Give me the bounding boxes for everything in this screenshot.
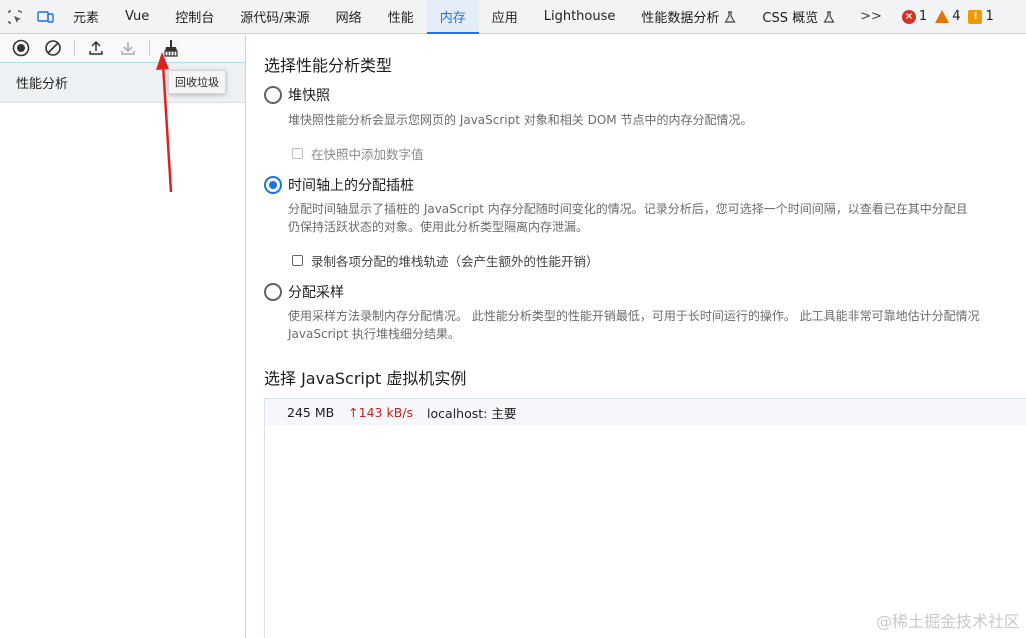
vm-instance-row[interactable]: 245 MB ↑143 kB/s localhost: 主要 [265, 399, 1026, 425]
warning-count-text: 4 [952, 9, 961, 24]
stack-traces-box[interactable] [292, 255, 303, 266]
annotation-arrow-icon [156, 52, 173, 193]
option-allocation-sampling[interactable]: 分配采样 [264, 282, 344, 302]
tab-label: 网络 [335, 11, 362, 26]
tab-label: 元素 [73, 11, 100, 26]
record-icon [12, 39, 30, 57]
info-icon: ! [968, 9, 983, 24]
numeric-values-box [292, 148, 303, 159]
vm-target-name: localhost: 主要 [427, 405, 517, 421]
device-toolbar-icon[interactable] [30, 0, 60, 33]
tab-label: Vue [125, 9, 150, 24]
tab-label: 性能数据分析 [641, 11, 720, 26]
tab-8[interactable]: Lighthouse [531, 0, 629, 33]
numeric-values-label: 在快照中添加数字值 [311, 147, 424, 162]
more-tabs-button[interactable]: >> [848, 0, 894, 33]
profiles-sidebar: 性能分析 [0, 34, 246, 638]
error-icon: × [901, 9, 916, 24]
tab-6[interactable]: 内存 [426, 0, 479, 34]
tab-label: 源代码/来源 [240, 11, 310, 26]
experiment-flask-icon [724, 10, 736, 23]
allocation-sampling-label: 分配采样 [288, 285, 344, 301]
tab-3[interactable]: 源代码/来源 [227, 0, 322, 33]
tab-label: CSS 概览 [762, 11, 819, 26]
info-count[interactable]: ! 1 [968, 0, 994, 33]
tab-1[interactable]: Vue [112, 0, 162, 33]
tab-10[interactable]: CSS 概览 [749, 0, 848, 33]
warning-icon [935, 10, 950, 23]
heap-snapshot-label: 堆快照 [288, 88, 330, 104]
clear-icon [45, 40, 61, 56]
watermark: @稀土掘金技术社区 [875, 612, 1020, 631]
warning-count[interactable]: 4 [935, 0, 960, 33]
allocation-sampling-radio[interactable] [264, 283, 282, 301]
tab-0[interactable]: 元素 [60, 0, 112, 33]
profile-launcher: 选择性能分析类型 堆快照 堆快照性能分析会显示您网页的 JavaScript 对… [247, 34, 1026, 638]
allocation-timeline-desc-2: 仍保持活跃状态的对象。使用此分析类型隔离内存泄漏。 [288, 220, 589, 234]
load-profile-button[interactable] [85, 37, 107, 59]
error-count[interactable]: × 1 [901, 0, 928, 33]
experiment-flask-icon [823, 10, 835, 23]
tab-label: Lighthouse [543, 9, 616, 24]
option-allocation-timeline[interactable]: 时间轴上的分配插桩 [264, 175, 414, 195]
vm-heap-rate: ↑143 kB/s [348, 404, 414, 420]
allocation-sampling-desc-1: 使用采样方法录制内存分配情况。 此性能分析类型的性能开销最低，可用于长时间运行的… [288, 309, 980, 323]
memory-toolbar [0, 34, 245, 63]
profile-type-title: 选择性能分析类型 [264, 56, 393, 75]
option-heap-snapshot[interactable]: 堆快照 [264, 85, 330, 105]
heap-snapshot-radio[interactable] [264, 86, 282, 104]
stack-traces-checkbox[interactable]: 录制各项分配的堆栈轨迹（会产生额外的性能开销） [292, 251, 599, 270]
clear-all-button[interactable] [42, 37, 64, 59]
tab-2[interactable]: 控制台 [162, 0, 227, 33]
info-count-text: 1 [985, 9, 994, 24]
allocation-timeline-desc-1: 分配时间轴显示了插桩的 JavaScript 内存分配随时间变化的情况。记录分析… [288, 202, 968, 216]
vm-instance-title: 选择 JavaScript 虚拟机实例 [264, 369, 467, 388]
error-count-text: 1 [918, 9, 928, 24]
allocation-timeline-label: 时间轴上的分配插桩 [288, 178, 414, 194]
allocation-timeline-radio[interactable] [264, 176, 282, 194]
tab-5[interactable]: 性能 [375, 0, 427, 33]
heap-snapshot-desc: 堆快照性能分析会显示您网页的 JavaScript 对象和相关 DOM 节点中的… [288, 113, 753, 127]
record-button[interactable] [10, 37, 32, 59]
download-icon [121, 42, 135, 55]
save-profile-button[interactable] [117, 37, 139, 59]
vm-instance-list: 245 MB ↑143 kB/s localhost: 主要 [264, 398, 1026, 638]
sidebar-item-label: 性能分析 [16, 77, 69, 92]
tab-label: 应用 [491, 11, 518, 26]
tab-label: 性能 [387, 11, 414, 26]
tab-label: 内存 [439, 11, 466, 26]
devtools-tab-bar: 元素 Vue 控制台 源代码/来源 网络 性能 内存 应用 Lighthouse 性能数据分析 CS… [0, 0, 1026, 34]
toolbar-divider [74, 40, 75, 56]
numeric-values-checkbox: 在快照中添加数字值 [292, 144, 424, 163]
upload-icon [89, 40, 103, 55]
inspect-element-icon[interactable] [0, 0, 30, 33]
tab-7[interactable]: 应用 [479, 0, 531, 33]
vm-heap-size: 245 MB [287, 404, 335, 420]
tab-label: 控制台 [175, 11, 215, 26]
tab-9[interactable]: 性能数据分析 [628, 0, 749, 33]
stack-traces-label: 录制各项分配的堆栈轨迹（会产生额外的性能开销） [311, 254, 599, 269]
tab-4[interactable]: 网络 [323, 0, 375, 33]
allocation-sampling-desc-2: JavaScript 执行堆栈细分结果。 [288, 327, 460, 341]
